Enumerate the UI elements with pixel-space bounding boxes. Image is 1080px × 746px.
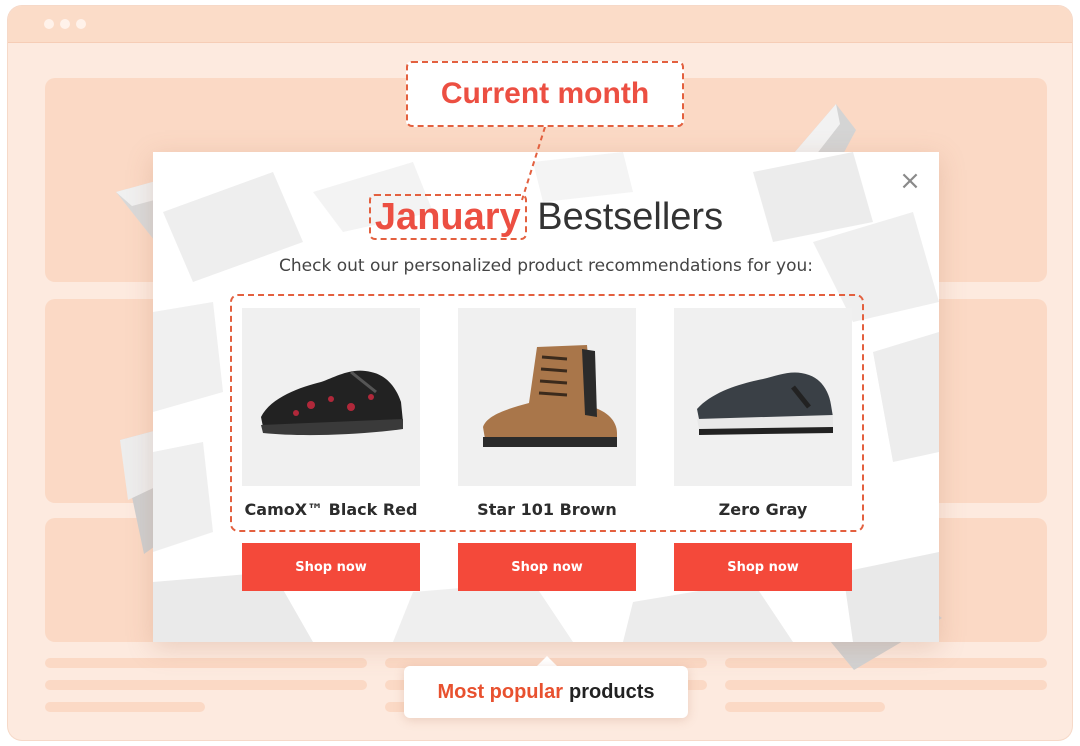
product-card[interactable]: CamoX™ Black Red — [242, 308, 420, 519]
boot-brown-icon — [483, 345, 617, 447]
product-card[interactable]: Star 101 Brown — [458, 308, 636, 519]
sneaker-black-red-icon — [261, 370, 403, 436]
product-name[interactable]: CamoX™ Black Red — [242, 500, 420, 519]
shop-now-button[interactable]: Shop now — [458, 543, 636, 591]
window-dot — [76, 19, 86, 29]
bestsellers-popup: × January Bestsellers Check out our pers… — [153, 152, 939, 642]
popup-subtitle: Check out our personalized product recom… — [279, 256, 813, 276]
headline-month: January — [368, 194, 527, 240]
product-image[interactable] — [242, 308, 420, 486]
product-image[interactable] — [458, 308, 636, 486]
skeleton-line — [725, 680, 1047, 690]
callout-rest: products — [568, 680, 655, 703]
product-name[interactable]: Star 101 Brown — [458, 500, 636, 519]
product-name[interactable]: Zero Gray — [674, 500, 852, 519]
product-image[interactable] — [674, 308, 852, 486]
skeleton-line — [45, 658, 367, 668]
shop-now-button[interactable]: Shop now — [674, 543, 852, 591]
callout-arrow — [537, 656, 557, 666]
popup-headline: January Bestsellers — [153, 194, 939, 240]
shop-now-button[interactable]: Shop now — [242, 543, 420, 591]
skeleton-line — [45, 680, 367, 690]
current-month-callout: Current month — [406, 61, 684, 127]
skeleton-line — [725, 702, 885, 712]
skeleton-line — [45, 702, 205, 712]
most-popular-callout: Most popular products — [404, 666, 688, 718]
window-dot — [60, 19, 70, 29]
sneaker-gray-icon — [697, 372, 833, 435]
window-dot — [44, 19, 54, 29]
product-card[interactable]: Zero Gray — [674, 308, 852, 519]
headline-rest: Bestsellers — [537, 196, 724, 238]
browser-titlebar — [8, 6, 1072, 43]
callout-highlight: Most popular — [437, 680, 563, 703]
close-icon[interactable]: × — [895, 166, 925, 196]
